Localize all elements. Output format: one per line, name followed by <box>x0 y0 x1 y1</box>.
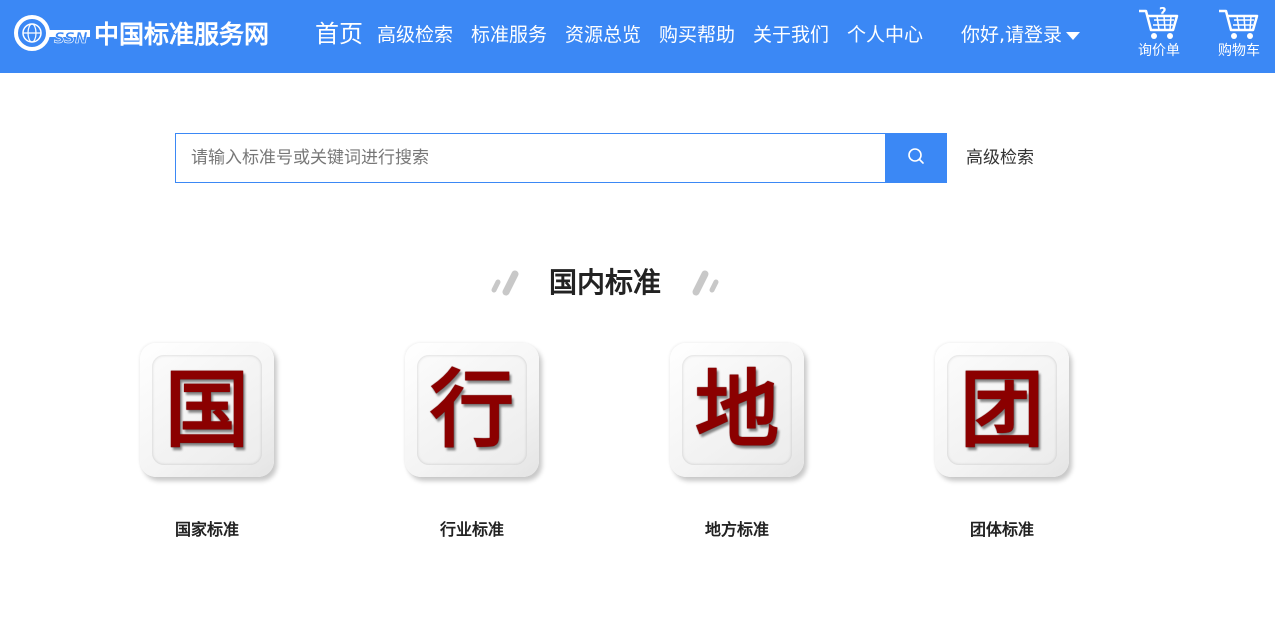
national-standard-tile[interactable]: 国 <box>140 343 274 477</box>
section-title: 国内标准 <box>548 266 661 299</box>
nav-home[interactable]: 首页 <box>315 19 363 49</box>
tile-face: 国 <box>152 355 262 465</box>
local-standard-icon: 地 <box>694 360 779 459</box>
svg-text:SSN: SSN <box>54 29 88 47</box>
tile-face: 地 <box>682 355 792 465</box>
svg-text:?: ? <box>1159 6 1167 21</box>
login-label: 你好,请登录 <box>961 24 1063 46</box>
search-icon <box>907 147 925 169</box>
nav-resource-overview[interactable]: 资源总览 <box>565 22 641 48</box>
industry-standard-tile[interactable]: 行 <box>405 343 539 477</box>
industry-standard-label[interactable]: 行业标准 <box>405 518 539 542</box>
nav-standard-services[interactable]: 标准服务 <box>471 22 547 48</box>
industry-standard-icon: 行 <box>429 360 514 459</box>
nav-advanced-search[interactable]: 高级检索 <box>377 22 453 48</box>
inquiry-list-label: 询价单 <box>1138 43 1180 59</box>
national-standard-label[interactable]: 国家标准 <box>140 518 274 542</box>
group-standard-icon: 团 <box>959 360 1044 459</box>
tile-face: 团 <box>947 355 1057 465</box>
caret-down-icon <box>1066 32 1081 40</box>
inquiry-cart-icon: ? <box>1131 6 1187 42</box>
local-standard-label[interactable]: 地方标准 <box>670 518 804 542</box>
nav-purchase-help[interactable]: 购买帮助 <box>659 22 735 48</box>
site-logo[interactable]: SSN 中国标准服务网 <box>12 13 269 53</box>
title-right-decoration <box>688 268 722 302</box>
local-standard-tile[interactable]: 地 <box>670 343 804 477</box>
group-standard-tile[interactable]: 团 <box>935 343 1069 477</box>
login-dropdown[interactable]: 你好,请登录 <box>961 22 1081 48</box>
tile-face: 行 <box>417 355 527 465</box>
advanced-search-link[interactable]: 高级检索 <box>966 146 1034 170</box>
shopping-cart-label: 购物车 <box>1218 43 1260 59</box>
search-bar <box>175 133 947 183</box>
nav-personal-center[interactable]: 个人中心 <box>847 22 923 48</box>
shopping-cart-button[interactable]: 购物车 <box>1211 6 1267 66</box>
national-standard-icon: 国 <box>164 360 249 459</box>
search-button[interactable] <box>885 134 946 182</box>
ssn-logo-icon: SSN <box>12 13 92 53</box>
search-input[interactable] <box>176 134 885 182</box>
inquiry-list-button[interactable]: ? 询价单 <box>1131 6 1187 66</box>
site-name: 中国标准服务网 <box>94 20 270 49</box>
nav-about-us[interactable]: 关于我们 <box>753 22 829 48</box>
top-navigation-bar: SSN 中国标准服务网 首页 高级检索 标准服务 资源总览 购买帮助 关于我们 … <box>0 0 1275 73</box>
group-standard-label[interactable]: 团体标准 <box>935 518 1069 542</box>
shopping-cart-icon <box>1211 6 1267 42</box>
